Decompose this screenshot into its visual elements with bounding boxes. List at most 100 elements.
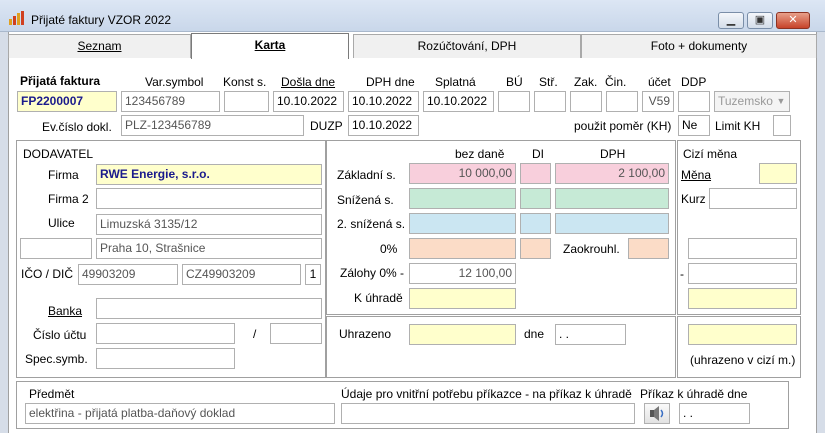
chart-icon bbox=[9, 11, 24, 25]
cin-field[interactable] bbox=[606, 91, 638, 112]
foreign-nula-field[interactable] bbox=[688, 238, 797, 259]
bu-label: BÚ bbox=[506, 75, 523, 89]
tab-rozuctovani[interactable]: Rozúčtování, DPH bbox=[353, 34, 581, 58]
invoice-number-field[interactable]: FP2200007 bbox=[17, 91, 117, 112]
mena-label: Měna bbox=[681, 168, 712, 182]
snizena-dph-field[interactable] bbox=[555, 188, 669, 209]
foreign-zalohy-field[interactable] bbox=[688, 263, 797, 284]
zalohy-field[interactable]: 12 100,00 bbox=[409, 263, 516, 284]
cislo-label: Číslo účtu bbox=[33, 328, 87, 342]
pomer-field[interactable]: Ne bbox=[678, 115, 710, 136]
duzp-field[interactable]: 10.10.2022 bbox=[348, 115, 419, 136]
limit-label: Limit KH bbox=[715, 119, 761, 133]
prikaz-field[interactable]: . . bbox=[679, 403, 750, 424]
dosla-label: Došla dne bbox=[281, 75, 336, 89]
close-button[interactable]: ✕ bbox=[776, 12, 810, 29]
uhrazeno-label: Uhrazeno bbox=[339, 327, 392, 341]
cislo-field[interactable] bbox=[96, 323, 235, 344]
banka-field[interactable] bbox=[96, 298, 322, 319]
limit-field[interactable] bbox=[773, 115, 791, 136]
maximize-button[interactable]: ▣ bbox=[747, 12, 773, 29]
nula-bez-field[interactable] bbox=[409, 238, 516, 259]
kod-banky-field[interactable] bbox=[270, 323, 322, 344]
firma2-field[interactable] bbox=[96, 188, 322, 209]
dosla-field[interactable]: 10.10.2022 bbox=[273, 91, 344, 112]
slash-label: / bbox=[253, 327, 257, 341]
zak-field[interactable] bbox=[570, 91, 602, 112]
snizena2-dph-field[interactable] bbox=[555, 213, 669, 234]
evc-label: Ev.číslo dokl. bbox=[42, 120, 112, 134]
foreign-kuhrade-field[interactable] bbox=[688, 288, 797, 309]
mesto-field[interactable]: Praha 10, Strašnice bbox=[96, 238, 322, 259]
snizena-bez-field[interactable] bbox=[409, 188, 516, 209]
foreign-uhrazeno-field[interactable] bbox=[688, 324, 797, 345]
str-field[interactable] bbox=[534, 91, 566, 112]
spec-field[interactable] bbox=[96, 348, 235, 369]
firma-field[interactable]: RWE Energie, s.r.o. bbox=[96, 164, 322, 185]
snizena-label: Snížená s. bbox=[337, 193, 394, 207]
ddp-label: DDP bbox=[681, 75, 707, 89]
cizi-mena-title: Cizí měna bbox=[683, 147, 738, 161]
zaokr-field[interactable] bbox=[628, 238, 669, 259]
dic-field[interactable]: CZ49903209 bbox=[182, 264, 301, 285]
ico-label: IČO / DIČ bbox=[21, 267, 74, 281]
kuhrade-label: K úhradě bbox=[354, 291, 403, 305]
kurz-label: Kurz bbox=[681, 192, 706, 206]
udaje-label: Údaje pro vnitřní potřebu příkazce - na … bbox=[341, 387, 632, 401]
psc-field[interactable] bbox=[20, 238, 92, 259]
snizena2-bez-field[interactable] bbox=[409, 213, 516, 234]
splatna-field[interactable]: 10.10.2022 bbox=[423, 91, 494, 112]
ddp-field[interactable] bbox=[678, 91, 710, 112]
ucet-field[interactable]: V59 bbox=[642, 91, 674, 112]
tab-bar: Seznam Karta Rozúčtování, DPH Foto + dok… bbox=[8, 33, 817, 59]
window-title: Přijaté faktury VZOR 2022 bbox=[31, 13, 172, 27]
predmet-field[interactable]: elektřina - přijatá platba-daňový doklad bbox=[25, 403, 335, 424]
pomer-label: použit poměr (KH) bbox=[574, 119, 672, 133]
firma2-label: Firma 2 bbox=[48, 192, 89, 206]
chevron-down-icon[interactable]: ▼ bbox=[773, 93, 789, 110]
ico-field[interactable]: 49903209 bbox=[78, 264, 178, 285]
zaokr-label: Zaokrouhl. bbox=[563, 242, 620, 256]
di-header: DI bbox=[532, 147, 544, 161]
evc-field[interactable]: PLZ-123456789 bbox=[121, 115, 304, 136]
tab-karta[interactable]: Karta bbox=[191, 33, 349, 59]
foreign-note: (uhrazeno v cizí m.) bbox=[690, 353, 796, 367]
uhrazeno-dne-field[interactable]: . . bbox=[555, 324, 626, 345]
nula-label: 0% bbox=[380, 242, 398, 256]
bu-field[interactable] bbox=[498, 91, 530, 112]
varsym-label: Var.symbol bbox=[145, 75, 204, 89]
konst-field[interactable] bbox=[224, 91, 269, 112]
zakladni-dph-field[interactable]: 2 100,00 bbox=[555, 163, 669, 184]
tab-foto[interactable]: Foto + dokumenty bbox=[581, 34, 817, 58]
minimize-button[interactable]: ▁ bbox=[718, 12, 744, 29]
supplier-title: DODAVATEL bbox=[23, 147, 94, 161]
varsym-field[interactable]: 123456789 bbox=[121, 91, 220, 112]
snizena-di-field[interactable] bbox=[520, 188, 551, 209]
udaje-field[interactable] bbox=[341, 403, 635, 424]
mena-field[interactable] bbox=[759, 163, 797, 184]
zakladni-bez-field[interactable]: 10 000,00 bbox=[409, 163, 516, 184]
bez-dane-header: bez daně bbox=[455, 147, 505, 161]
firma-label: Firma bbox=[48, 168, 79, 182]
prikaz-label: Příkaz k úhradě dne bbox=[640, 387, 748, 401]
invoice-label: Přijatá faktura bbox=[20, 74, 101, 88]
speaker-icon bbox=[650, 406, 664, 421]
str-label: Stř. bbox=[539, 75, 558, 89]
duzp-label: DUZP bbox=[310, 119, 343, 133]
zalohy-label: Zálohy 0% - bbox=[340, 266, 405, 280]
zakladni-di-field[interactable] bbox=[520, 163, 551, 184]
ulice-field[interactable]: Limuzská 3135/12 bbox=[96, 214, 322, 235]
zakladni-label: Základní s. bbox=[337, 168, 396, 182]
predmet-label: Předmět bbox=[29, 387, 75, 401]
cin-label: Čin. bbox=[605, 75, 627, 89]
kuhrade-field[interactable] bbox=[409, 288, 516, 309]
dic-count-field[interactable]: 1 bbox=[305, 264, 321, 285]
uhrazeno-field[interactable] bbox=[409, 324, 516, 345]
speaker-button[interactable] bbox=[644, 403, 670, 424]
splatna-label: Splatná bbox=[435, 75, 476, 89]
dphdne-field[interactable]: 10.10.2022 bbox=[348, 91, 419, 112]
snizena2-di-field[interactable] bbox=[520, 213, 551, 234]
nula-di-field[interactable] bbox=[520, 238, 551, 259]
tab-seznam[interactable]: Seznam bbox=[8, 34, 191, 58]
kurz-field[interactable] bbox=[709, 188, 797, 209]
